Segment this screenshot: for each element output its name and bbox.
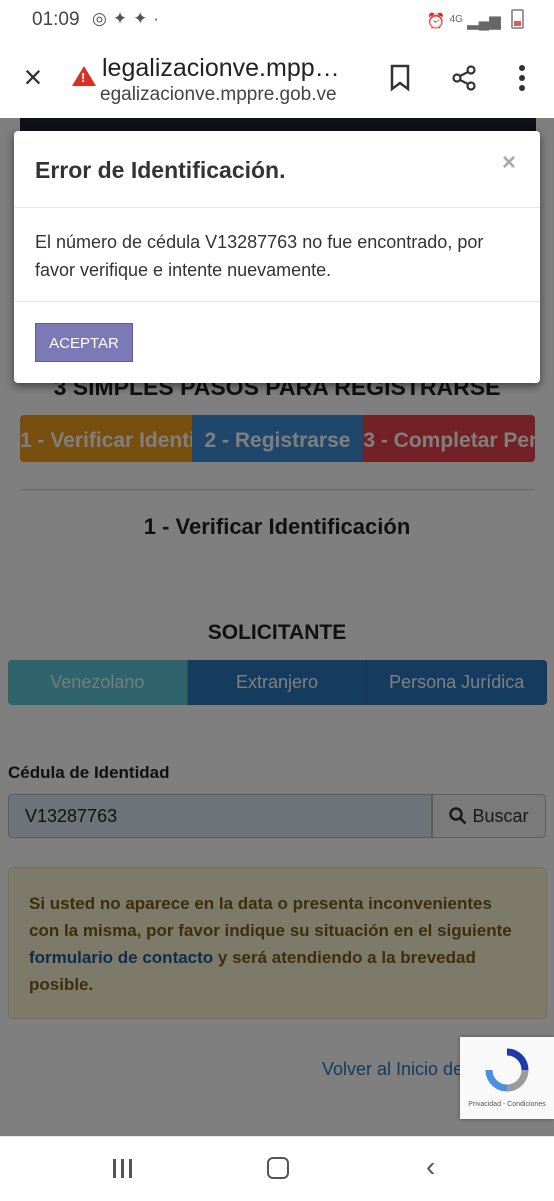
close-icon[interactable]: × xyxy=(502,149,516,177)
url-text[interactable]: egalizacionve.mppre.gob.ve xyxy=(100,84,360,106)
recaptcha-text[interactable]: Privacidad - Condiciones xyxy=(460,1101,554,1108)
alarm-icon: ⏰ xyxy=(426,13,446,30)
dialog-footer: ACEPTAR xyxy=(14,301,540,384)
home-icon[interactable] xyxy=(267,1157,289,1179)
error-dialog: Error de Identificación. × El número de … xyxy=(14,131,540,383)
signal-icon: ▂▄▆ xyxy=(467,13,501,30)
system-icons: ⏰ 4G ▂▄▆ xyxy=(427,9,524,30)
browser-toolbar: × ! legalizacionve.mpp… egalizacionve.mp… xyxy=(0,40,554,118)
more-vert-icon[interactable] xyxy=(517,64,527,97)
twitter-icon: ✦ xyxy=(112,9,134,28)
status-bar: 01:09 ◎✦✦· ⏰ 4G ▂▄▆ xyxy=(0,0,554,40)
dialog-title: Error de Identificación. xyxy=(35,157,286,183)
status-time: 01:09 xyxy=(32,9,80,30)
whatsapp-status-icon: ◎ xyxy=(92,9,113,28)
dialog-header: Error de Identificación. × xyxy=(14,131,540,208)
dot-icon: · xyxy=(153,9,166,28)
aceptar-button[interactable]: ACEPTAR xyxy=(35,323,133,362)
warning-icon[interactable]: ! xyxy=(72,66,96,86)
system-navigation-bar: ‹ xyxy=(0,1136,554,1201)
network-4g-icon: 4G xyxy=(449,14,463,25)
share-icon[interactable] xyxy=(450,64,478,97)
bookmark-icon[interactable] xyxy=(388,64,412,97)
notification-icons: ◎✦✦· xyxy=(92,9,165,29)
twitter-icon: ✦ xyxy=(133,9,154,28)
page-title[interactable]: legalizacionve.mpp… xyxy=(102,54,340,83)
dialog-message: El número de cédula V13287763 no fue enc… xyxy=(35,232,484,280)
recaptcha-badge[interactable]: Privacidad - Condiciones xyxy=(460,1037,554,1119)
close-icon[interactable]: × xyxy=(18,61,48,93)
back-icon[interactable]: ‹ xyxy=(426,1151,435,1183)
recent-apps-icon[interactable] xyxy=(113,1159,137,1183)
battery-icon xyxy=(511,9,524,29)
recaptcha-icon xyxy=(485,1048,529,1092)
